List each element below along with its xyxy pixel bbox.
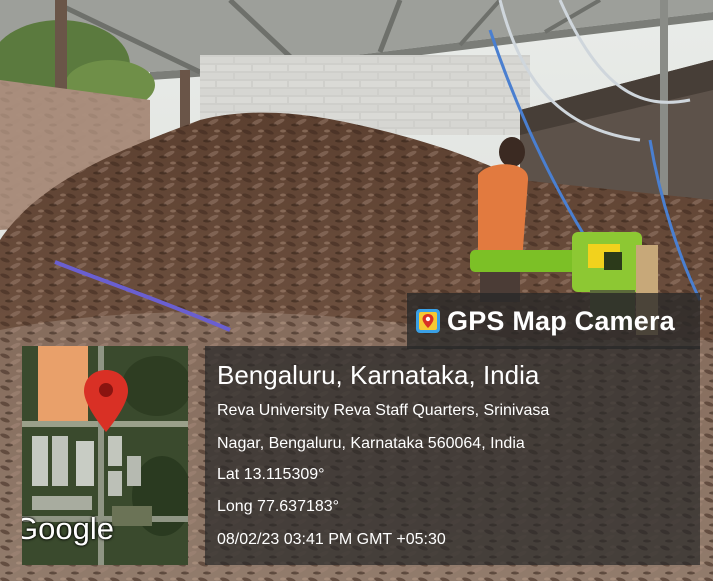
timestamp: 08/02/23 03:41 PM GMT +05:30 [217,531,446,548]
map-thumbnail: Google [22,346,188,565]
gps-camera-icon [416,309,440,333]
longitude: Long 77.637183° [217,498,340,515]
app-name: GPS Map Camera [447,305,675,336]
map-pin-icon [84,370,128,432]
location-info-panel: Bengaluru, Karnataka, India Reva Univers… [205,346,700,565]
address-line-2: Nagar, Bengaluru, Karnataka 560064, Indi… [217,435,525,452]
map-brand-logo: Google [22,511,114,546]
gps-camera-badge: GPS Map Camera [407,293,700,349]
latitude: Lat 13.115309° [217,466,325,483]
location-title: Bengaluru, Karnataka, India [217,360,540,390]
address-line-1: Reva University Reva Staff Quarters, Sri… [217,402,550,419]
